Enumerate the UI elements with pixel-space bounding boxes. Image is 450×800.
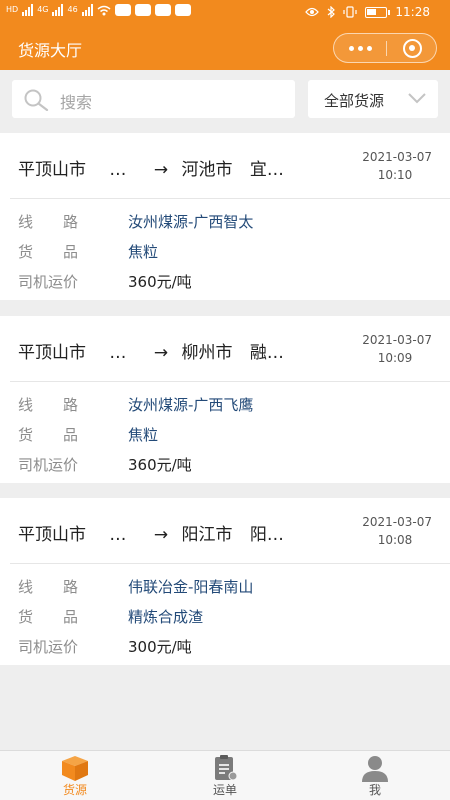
- destination-city: 柳州市: [181, 343, 233, 363]
- price-label: 司机运价: [18, 638, 79, 656]
- destination-district: 阳…: [249, 525, 284, 545]
- goods-value: 焦粒: [128, 426, 159, 444]
- notification-app-icon: [114, 4, 131, 16]
- tab-cargo[interactable]: 货源: [0, 751, 150, 800]
- signal-icon: [22, 4, 34, 16]
- eye-icon: [305, 7, 320, 17]
- battery-level: [367, 8, 377, 15]
- battery-icon: [365, 6, 391, 18]
- notification-app-icon-3: [154, 4, 171, 16]
- cargo-card[interactable]: 平顶山市 … → 阳江市 阳… 2021-03-07 10:08 线 路 伟联冶…: [0, 498, 450, 665]
- more-button[interactable]: [334, 34, 386, 62]
- goods-label: 货 品: [18, 243, 79, 261]
- cargo-filter-dropdown[interactable]: 全部货源: [308, 80, 438, 118]
- notification-app-icon-4: [174, 4, 191, 16]
- signal-icon-3: [81, 4, 93, 16]
- goods-value: 焦粒: [128, 243, 159, 261]
- origin-ellipsis: …: [109, 525, 127, 545]
- price-value: 360元/吨: [128, 273, 192, 291]
- tab-label: 货源: [62, 783, 87, 797]
- goods-value: 精炼合成渣: [128, 608, 204, 626]
- notification-app-icon-2: [134, 4, 151, 16]
- signal-label-4g: 4G: [37, 5, 49, 14]
- tab-waybill[interactable]: 运单: [150, 751, 300, 800]
- post-date: 2021-03-07: [362, 515, 432, 529]
- route-value: 汝州煤源-广西智太: [128, 213, 254, 231]
- cargo-filter-label: 全部货源: [324, 92, 385, 110]
- goods-label: 货 品: [18, 426, 79, 444]
- origin-ellipsis: …: [109, 343, 127, 363]
- price-label: 司机运价: [18, 273, 79, 291]
- search-input[interactable]: 搜索: [12, 80, 295, 118]
- route-label: 线 路: [18, 396, 79, 414]
- origin-ellipsis: …: [109, 160, 127, 180]
- price-label: 司机运价: [18, 456, 79, 474]
- origin-city: 平顶山市: [18, 343, 86, 363]
- route-value: 伟联冶金-阳春南山: [128, 578, 254, 596]
- price-value: 300元/吨: [128, 638, 192, 656]
- vibrate-icon: [343, 6, 358, 18]
- chevron-down-icon: [408, 93, 426, 104]
- destination-city: 河池市: [181, 160, 233, 180]
- cargo-box-icon: [62, 756, 88, 781]
- route-label: 线 路: [18, 578, 79, 596]
- search-placeholder: 搜索: [60, 93, 93, 112]
- arrow-icon: →: [153, 160, 169, 180]
- signal-label-46: 46: [67, 5, 78, 14]
- bottom-tab-bar: 货源 运单 我: [0, 750, 450, 800]
- cargo-card[interactable]: 平顶山市 … → 河池市 宜… 2021-03-07 10:10 线 路 汝州煤…: [0, 133, 450, 300]
- post-clock: 10:10: [377, 168, 413, 182]
- origin-city: 平顶山市: [18, 525, 86, 545]
- user-icon: [362, 756, 388, 782]
- post-time: 2021-03-07 10:10: [342, 148, 432, 184]
- origin-city: 平顶山市: [18, 160, 86, 180]
- divider: [10, 381, 450, 382]
- post-time: 2021-03-07 10:09: [342, 331, 432, 367]
- post-date: 2021-03-07: [362, 333, 432, 347]
- signal-icon-2: [52, 4, 64, 16]
- tab-label: 我: [368, 783, 381, 797]
- cargo-route-summary: 平顶山市 … → 柳州市 融…: [18, 338, 284, 363]
- divider: [10, 198, 450, 199]
- page-title: 货源大厅: [18, 41, 83, 60]
- post-time: 2021-03-07 10:08: [342, 513, 432, 549]
- bluetooth-icon: [328, 6, 336, 18]
- cargo-route-summary: 平顶山市 … → 河池市 宜…: [18, 155, 284, 180]
- route-value: 汝州煤源-广西飞鹰: [128, 396, 254, 414]
- cargo-route-summary: 平顶山市 … → 阳江市 阳…: [18, 520, 284, 545]
- arrow-icon: →: [153, 343, 169, 363]
- divider: [10, 563, 450, 564]
- search-icon: [24, 89, 49, 111]
- app-header: HD 4G 46 11:28 货源大厅: [0, 0, 450, 70]
- arrow-icon: →: [153, 525, 169, 545]
- destination-district: 宜…: [249, 160, 284, 180]
- route-label: 线 路: [18, 213, 79, 231]
- signal-label-hd: HD: [6, 5, 19, 14]
- more-dot-icon: [366, 45, 372, 51]
- status-time: 11:28: [395, 5, 430, 19]
- tab-label: 运单: [212, 783, 237, 797]
- close-button[interactable]: [386, 34, 438, 62]
- post-clock: 10:09: [377, 351, 413, 365]
- tab-me[interactable]: 我: [300, 751, 450, 800]
- more-dot-icon: [357, 45, 363, 51]
- destination-district: 融…: [249, 343, 284, 363]
- more-dot-icon: [348, 45, 354, 51]
- mini-program-capsule: [333, 33, 437, 63]
- post-clock: 10:08: [377, 533, 413, 547]
- status-bar: HD 4G 46 11:28: [0, 0, 450, 26]
- destination-city: 阳江市: [181, 525, 233, 545]
- price-value: 360元/吨: [128, 456, 192, 474]
- target-close-icon: [402, 38, 422, 58]
- waybill-icon: [215, 755, 238, 781]
- goods-label: 货 品: [18, 608, 79, 626]
- cargo-card[interactable]: 平顶山市 … → 柳州市 融… 2021-03-07 10:09 线 路 汝州煤…: [0, 316, 450, 483]
- wifi-icon: [97, 5, 111, 15]
- post-date: 2021-03-07: [362, 150, 432, 164]
